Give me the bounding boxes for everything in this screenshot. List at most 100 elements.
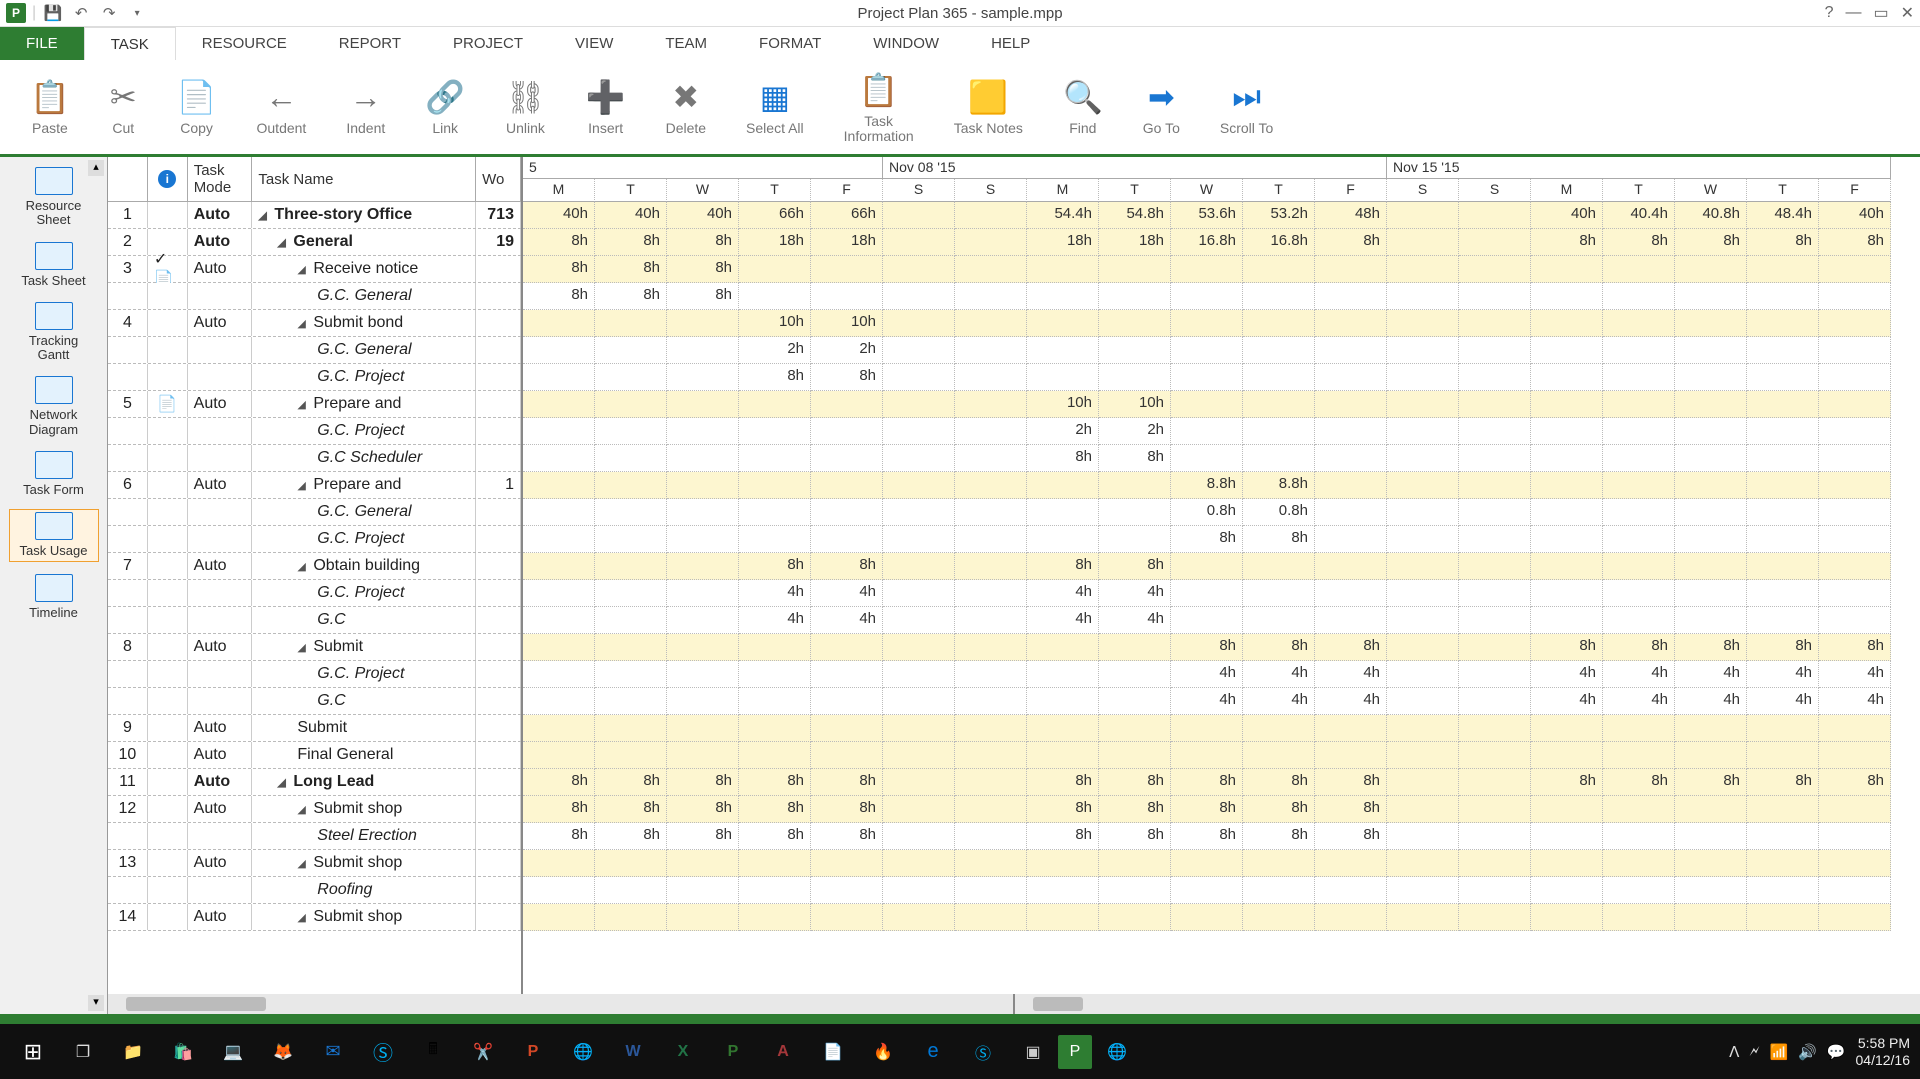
time-cell[interactable] [1243,418,1315,445]
task-work-cell[interactable] [476,850,521,876]
time-cell[interactable] [1675,283,1747,310]
task-row[interactable]: G.C. General [108,499,521,526]
time-cell[interactable]: 8h [523,256,595,283]
time-cell[interactable] [1675,256,1747,283]
time-cell[interactable] [955,769,1027,796]
time-cell[interactable] [1315,472,1387,499]
time-cell[interactable] [739,904,811,931]
time-cell[interactable] [1675,310,1747,337]
time-cell[interactable] [955,364,1027,391]
time-cell[interactable] [667,904,739,931]
time-cell[interactable] [1459,418,1531,445]
time-cell[interactable] [811,499,883,526]
task-info-cell[interactable] [148,607,188,633]
time-cell[interactable]: 40h [595,202,667,229]
time-cell[interactable]: 4h [1531,688,1603,715]
task-work-cell[interactable] [476,445,521,471]
time-cell[interactable] [523,634,595,661]
time-cell[interactable] [739,742,811,769]
ribbon-selectall-button[interactable]: ▦Select All [726,77,824,136]
time-cell[interactable]: 4h [1027,580,1099,607]
task-work-cell[interactable] [476,661,521,687]
day-header[interactable]: T [739,179,811,202]
day-header[interactable]: S [1387,179,1459,202]
time-cell[interactable] [1819,337,1891,364]
time-cell[interactable] [1747,364,1819,391]
battery-icon[interactable]: 🗲 [1749,1043,1759,1060]
time-cell[interactable] [523,688,595,715]
time-cell[interactable]: 8h [523,796,595,823]
time-cell[interactable] [1531,823,1603,850]
time-cell[interactable]: 8h [667,229,739,256]
task-id-cell[interactable]: 3 [108,256,148,282]
time-cell[interactable] [1387,337,1459,364]
task-work-cell[interactable] [476,418,521,444]
time-cell[interactable] [1819,526,1891,553]
time-cell[interactable]: 8h [523,769,595,796]
task-id-cell[interactable]: 8 [108,634,148,660]
time-cell[interactable] [955,256,1027,283]
time-cell[interactable] [739,391,811,418]
time-cell[interactable] [955,229,1027,256]
day-header[interactable]: W [667,179,739,202]
time-cell[interactable] [1315,742,1387,769]
day-header[interactable]: M [523,179,595,202]
time-cell[interactable]: 10h [811,310,883,337]
time-cell[interactable] [1459,634,1531,661]
time-cell[interactable] [1675,472,1747,499]
time-cell[interactable] [667,553,739,580]
time-cell[interactable]: 54.8h [1099,202,1171,229]
task-mode-cell[interactable]: Auto [188,553,253,579]
task-name-cell[interactable]: G.C. General [252,337,476,363]
time-cell[interactable] [595,904,667,931]
time-cell[interactable] [955,688,1027,715]
task-work-cell[interactable] [476,796,521,822]
time-cell[interactable] [1675,526,1747,553]
time-cell[interactable]: 8h [1099,769,1171,796]
time-cell[interactable] [1603,445,1675,472]
time-cell[interactable]: 18h [739,229,811,256]
viewbar-task-usage[interactable]: Task Usage [9,509,99,561]
time-cell[interactable] [1819,607,1891,634]
task-row[interactable]: G.C. Project [108,580,521,607]
time-cell[interactable] [1459,661,1531,688]
time-cell[interactable] [1099,256,1171,283]
time-cell[interactable] [1099,904,1171,931]
task-id-cell[interactable]: 5 [108,391,148,417]
time-cell[interactable] [1459,769,1531,796]
time-cell[interactable] [955,823,1027,850]
time-cell[interactable] [595,526,667,553]
task-grid-body[interactable]: 1Auto◢Three-story Office7132Auto◢General… [108,202,521,994]
task-info-cell[interactable] [148,337,188,363]
ribbon-taskinfo-button[interactable]: 📋Task Information [824,70,934,145]
time-cell[interactable] [955,904,1027,931]
qat-dropdown-icon[interactable]: ▾ [126,2,148,24]
time-cell[interactable] [883,337,955,364]
time-cell[interactable]: 40h [667,202,739,229]
task-mode-cell[interactable]: Auto [188,202,253,228]
time-cell[interactable] [1819,850,1891,877]
time-cell[interactable] [1387,661,1459,688]
time-cell[interactable] [1099,364,1171,391]
time-cell[interactable] [1675,742,1747,769]
time-cell[interactable]: 4h [1819,688,1891,715]
task-id-cell[interactable]: 7 [108,553,148,579]
time-cell[interactable] [1819,445,1891,472]
task-mode-cell[interactable]: Auto [188,634,253,660]
ribbon-cut-button[interactable]: ✂Cut [90,77,157,136]
time-cell[interactable] [1099,472,1171,499]
time-cell[interactable]: 8h [523,823,595,850]
time-cell[interactable] [1531,256,1603,283]
task-row[interactable]: 13Auto◢Submit shop [108,850,521,877]
time-cell[interactable] [1171,283,1243,310]
time-cell[interactable]: 8h [1315,796,1387,823]
time-cell[interactable] [1747,850,1819,877]
ribbon-paste-button[interactable]: 📋Paste [10,77,90,136]
time-cell[interactable] [595,688,667,715]
time-cell[interactable] [667,391,739,418]
projectplan-icon[interactable]: P [1058,1035,1092,1069]
time-cell[interactable] [1171,337,1243,364]
time-cell[interactable]: 8h [1171,823,1243,850]
time-cell[interactable] [1459,499,1531,526]
time-cell[interactable]: 8h [1531,229,1603,256]
